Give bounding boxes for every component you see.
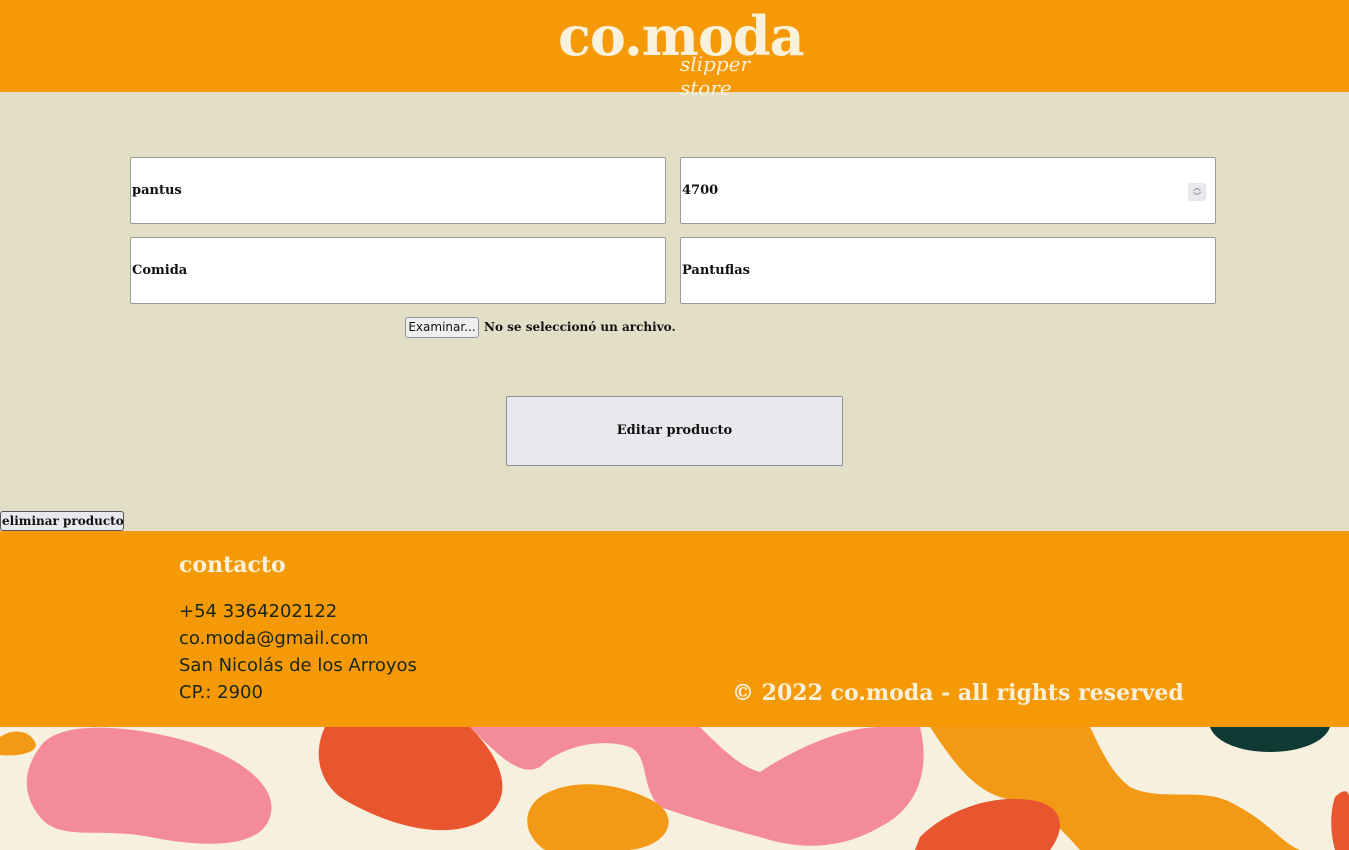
delete-product-button[interactable]: eliminar producto	[0, 511, 124, 531]
logo-tagline: slipper store	[680, 52, 751, 100]
product-type-value: Pantuflas	[682, 263, 750, 278]
product-type-input[interactable]: Pantuflas	[680, 237, 1216, 304]
contact-city: San Nicolás de los Arroyos	[179, 655, 417, 676]
product-name-value: pantus	[132, 183, 182, 198]
contact-phone: +54 3364202122	[179, 601, 338, 622]
product-category-value: Comida	[132, 263, 188, 278]
product-price-value: 4700	[682, 183, 719, 198]
product-name-input[interactable]: pantus	[130, 157, 666, 224]
file-status-text: No se seleccionó un archivo.	[484, 320, 676, 334]
browse-file-button[interactable]: Examinar...	[405, 317, 479, 338]
edit-product-button[interactable]: Editar producto	[506, 396, 843, 466]
product-price-input[interactable]: 4700 ︿ ﹀	[680, 157, 1216, 224]
site-footer: contacto +54 3364202122 co.moda@gmail.co…	[0, 531, 1349, 727]
chevron-up-icon[interactable]: ︿	[1188, 183, 1206, 192]
contact-email: co.moda@gmail.com	[179, 628, 369, 649]
logo[interactable]: co.moda slipper store	[558, 4, 805, 100]
contact-heading: contacto	[179, 552, 286, 578]
site-header: co.moda slipper store	[0, 0, 1349, 100]
blob-pattern-image	[0, 727, 1349, 850]
copyright-text: © 2022 co.moda - all rights reserved	[732, 680, 1184, 706]
number-spinner[interactable]: ︿ ﹀	[1188, 183, 1206, 201]
contact-postal-code: CP.: 2900	[179, 682, 263, 703]
chevron-down-icon[interactable]: ﹀	[1188, 192, 1206, 201]
product-category-input[interactable]: Comida	[130, 237, 666, 304]
decorative-pattern	[0, 727, 1349, 850]
